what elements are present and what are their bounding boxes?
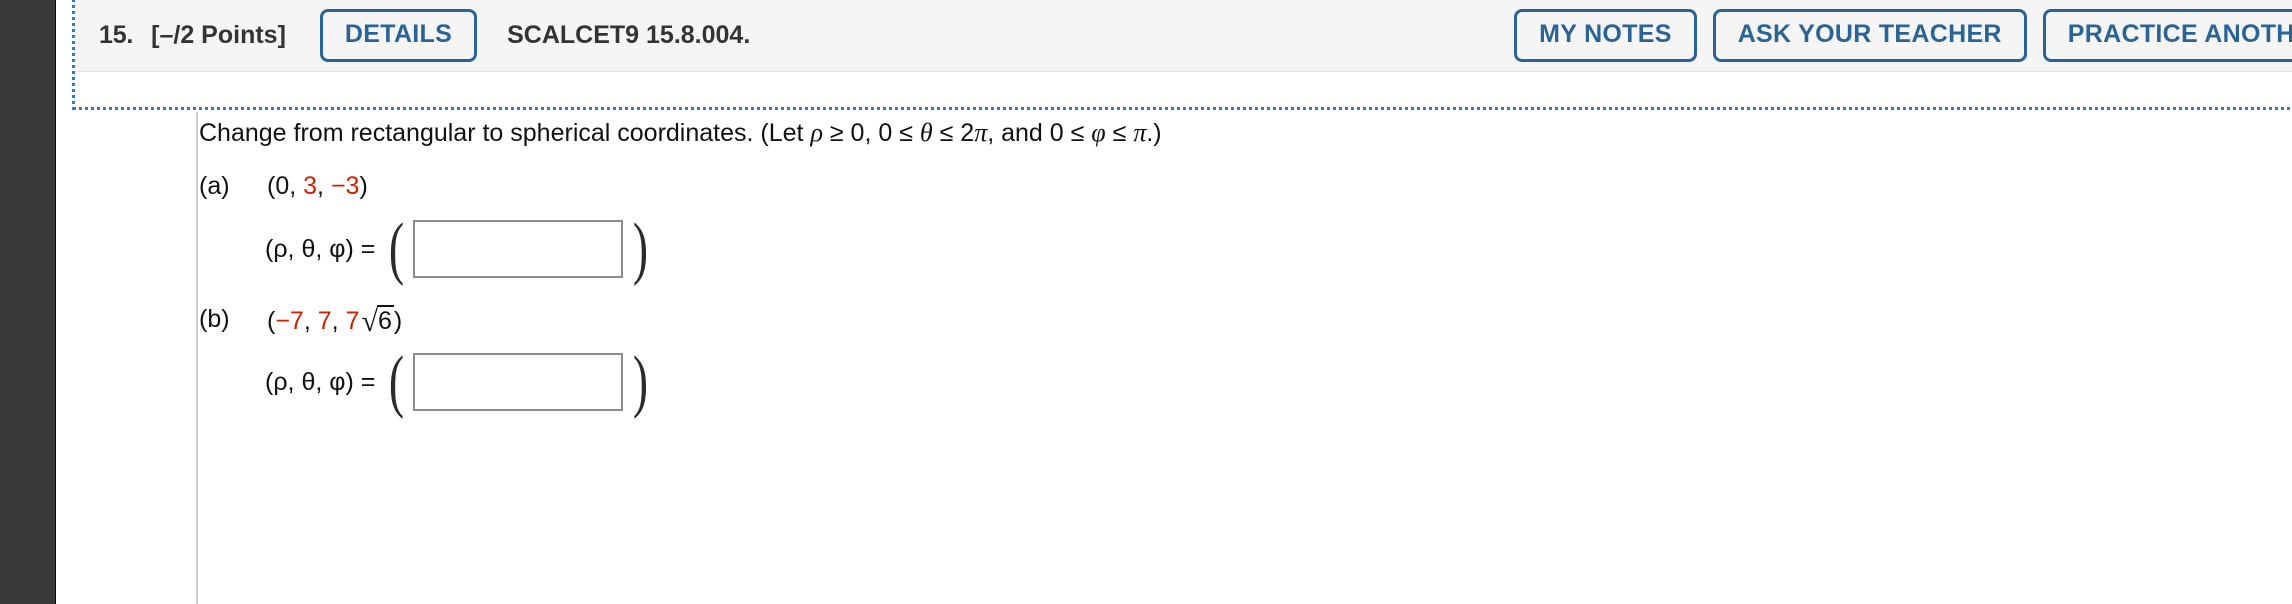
part-b-y: 7 [317,307,332,335]
part-b-tuple-label: (ρ, θ, φ) = [265,367,376,396]
question-prompt: Change from rectangular to spherical coo… [199,118,1162,148]
part-b-answer-input[interactable] [413,353,624,411]
part-a-left-paren: ( [389,210,405,288]
rho-symbol: ρ [810,118,823,147]
part-b-radical: √6 [359,305,394,339]
prompt-segment-2: ≥ 0, 0 ≤ [822,119,920,147]
part-b-answer-row: (ρ, θ, φ) = ( ) [265,343,651,421]
part-b-z-coeff: 7 [345,307,360,335]
part-b-left-paren: ( [389,343,405,421]
prompt-segment-5: ≤ [1105,119,1134,147]
phi-symbol: φ [1091,118,1106,147]
part-b-label: (b) [199,305,230,333]
question-number: 15. [99,21,134,49]
question-body: Change from rectangular to spherical coo… [75,112,2292,604]
assignment-screen: 15. [–/2 Points] DETAILS SCALCET9 15.8.0… [0,0,2292,604]
body-left-rule [196,112,198,604]
ask-your-teacher-button[interactable]: ASK YOUR TEACHER [1712,9,2027,62]
radicand: 6 [376,305,394,335]
part-b-right-paren: ) [633,343,649,421]
part-a-label: (a) [199,172,230,200]
theta-symbol: θ [919,118,933,147]
left-rail [0,0,55,604]
details-button[interactable]: DETAILS [319,9,478,62]
question-source: SCALCET9 15.8.004. [507,21,751,49]
pi-symbol-2: π [1133,118,1147,147]
pi-symbol-1: π [974,118,988,147]
part-a-z: −3 [330,172,360,200]
part-a-answer-row: (ρ, θ, φ) = ( ) [265,210,651,288]
part-a-tuple-label: (ρ, θ, φ) = [265,234,376,263]
my-notes-button[interactable]: MY NOTES [1514,9,1697,62]
prompt-segment-4: , and 0 ≤ [987,119,1092,147]
part-b-point: (−7, 7, 7√6) [267,305,403,339]
part-a-y: 3 [303,172,318,200]
part-a-answer-input[interactable] [413,220,624,278]
question-header: 15. [–/2 Points] DETAILS SCALCET9 15.8.0… [75,0,2292,72]
part-a-x: 0 [275,172,290,200]
part-b-x: −7 [275,307,304,335]
prompt-segment-6: .) [1146,119,1162,147]
prompt-segment-3: ≤ 2 [932,119,975,147]
part-a-right-paren: ) [633,210,649,288]
practice-another-button[interactable]: PRACTICE ANOTHER [2042,9,2292,62]
radical-sign: √ [361,305,378,338]
question-points: [–/2 Points] [151,21,286,49]
question-page: 15. [–/2 Points] DETAILS SCALCET9 15.8.0… [56,0,2292,604]
part-a-point: (0, 3, −3) [267,172,368,200]
prompt-segment-1: Change from rectangular to spherical coo… [199,119,811,147]
